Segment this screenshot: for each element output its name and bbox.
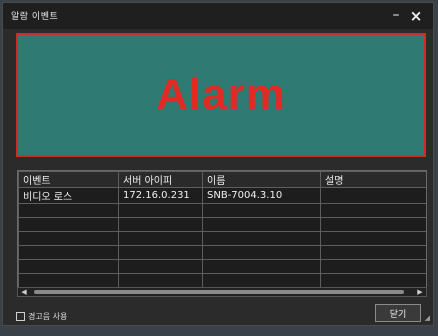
table-row[interactable] <box>18 273 426 287</box>
table-cell: 비디오 로스 <box>18 187 119 204</box>
event-table: 이벤트 서버 아이피 이름 설명 비디오 로스 172.16.0.231 SNB… <box>17 170 427 288</box>
table-cell <box>202 203 321 218</box>
table-cell <box>118 231 203 246</box>
table-cell <box>18 273 119 287</box>
alarm-banner: Alarm <box>16 33 426 157</box>
table-cell <box>118 245 203 260</box>
table-cell <box>320 231 426 246</box>
table-cell <box>320 187 426 204</box>
table-cell <box>320 259 426 274</box>
table-cell <box>18 245 119 260</box>
table-row[interactable] <box>18 259 426 274</box>
scrollbar-thumb[interactable] <box>34 290 404 294</box>
table-row[interactable]: 비디오 로스 172.16.0.231 SNB-7004.3.10 <box>18 187 426 204</box>
column-header-description[interactable]: 설명 <box>320 171 426 188</box>
table-cell <box>118 217 203 232</box>
scroll-right-icon[interactable]: ▶ <box>415 287 425 297</box>
table-cell <box>18 217 119 232</box>
horizontal-scrollbar[interactable]: ◀ ▶ <box>17 287 427 297</box>
column-header-event[interactable]: 이벤트 <box>18 171 119 188</box>
table-cell <box>202 245 321 260</box>
alarm-sound-option[interactable]: 경고음 사용 <box>16 311 67 322</box>
close-window-button[interactable]: × <box>407 7 425 25</box>
alarm-event-dialog: 알람 이벤트 – × Alarm 이벤트 서버 아이피 이름 설명 비디오 로스… <box>2 2 434 326</box>
minimize-button[interactable]: – <box>387 6 405 24</box>
table-cell <box>202 273 321 287</box>
table-cell <box>202 231 321 246</box>
table-cell <box>118 273 203 287</box>
table-cell <box>202 259 321 274</box>
table-row[interactable] <box>18 203 426 218</box>
background-strip <box>0 326 438 336</box>
table-cell <box>118 259 203 274</box>
close-button[interactable]: 닫기 <box>375 304 421 322</box>
column-header-server-ip[interactable]: 서버 아이피 <box>118 171 203 188</box>
table-cell <box>320 217 426 232</box>
alarm-sound-checkbox[interactable] <box>16 312 25 321</box>
table-row[interactable] <box>18 217 426 232</box>
table-cell <box>202 217 321 232</box>
table-cell <box>18 231 119 246</box>
column-header-name[interactable]: 이름 <box>202 171 321 188</box>
table-header-row: 이벤트 서버 아이피 이름 설명 <box>18 171 426 188</box>
table-cell <box>320 245 426 260</box>
table-cell <box>18 203 119 218</box>
table-cell <box>18 259 119 274</box>
table-cell: SNB-7004.3.10 <box>202 187 321 204</box>
table-cell <box>320 203 426 218</box>
table-row[interactable] <box>18 245 426 260</box>
table-cell: 172.16.0.231 <box>118 187 203 204</box>
table-cell <box>320 273 426 287</box>
scroll-left-icon[interactable]: ◀ <box>19 287 29 297</box>
table-row[interactable] <box>18 231 426 246</box>
alarm-sound-label: 경고음 사용 <box>28 312 68 321</box>
resize-grip-icon[interactable]: ◢ <box>425 314 430 322</box>
alarm-text: Alarm <box>156 70 286 119</box>
table-cell <box>118 203 203 218</box>
title-bar: 알람 이벤트 – × <box>3 3 433 29</box>
window-title: 알람 이벤트 <box>11 12 59 22</box>
